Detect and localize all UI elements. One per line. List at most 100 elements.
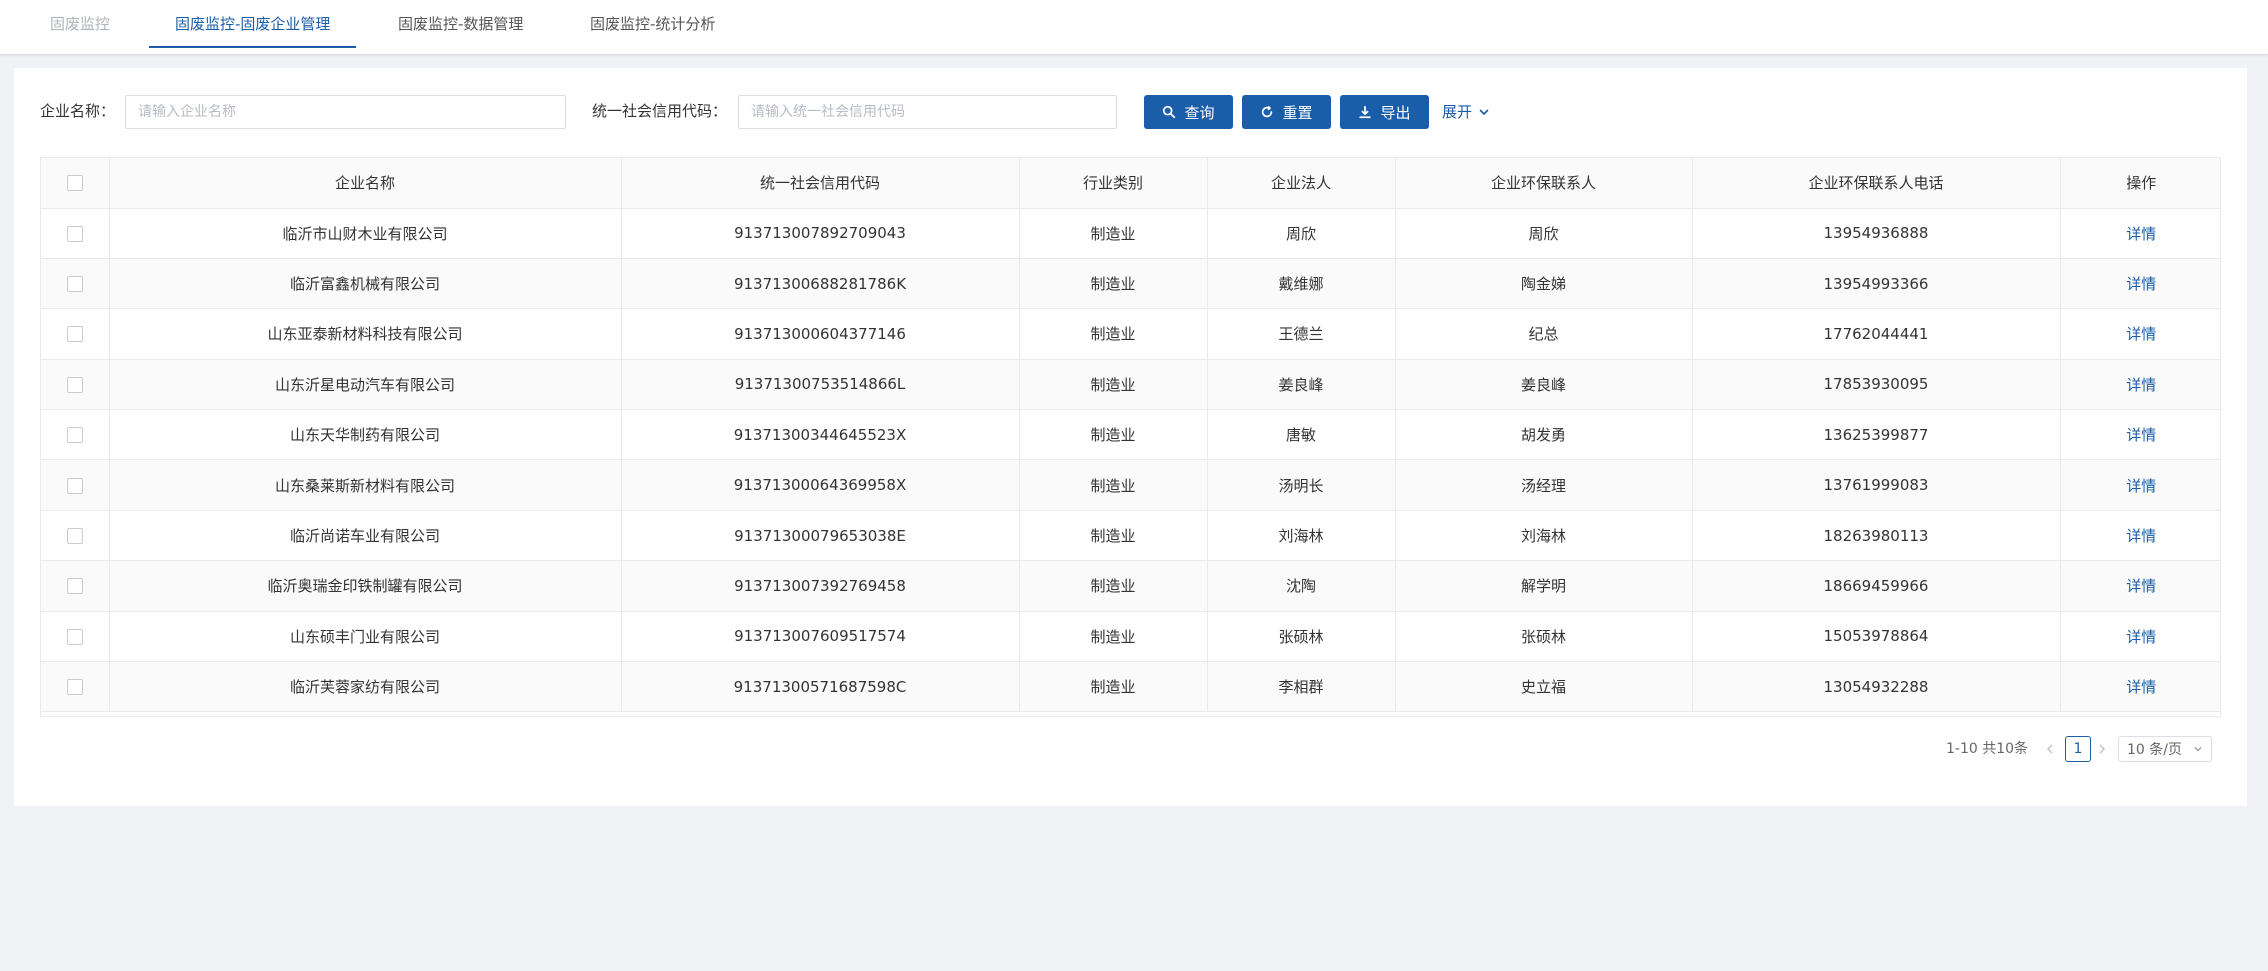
- pagination: 1-10 共10条 1 10 条/页: [14, 736, 2247, 762]
- detail-link[interactable]: 详情: [2126, 225, 2156, 243]
- row-select-cell: [41, 258, 110, 310]
- company-name-cell: 临沂富鑫机械有限公司: [109, 258, 622, 310]
- credit-code-cell: 913713007892709043: [621, 208, 1020, 259]
- row-checkbox[interactable]: [66, 276, 83, 293]
- company-name-cell: 临沂芙蓉家纺有限公司: [109, 661, 622, 713]
- legal-person-cell: 李相群: [1207, 661, 1396, 713]
- export-button[interactable]: 导出: [1340, 95, 1429, 129]
- chevron-left-icon[interactable]: [2043, 736, 2057, 762]
- credit-code-input[interactable]: [738, 95, 1117, 129]
- industry-cell: 制造业: [1019, 611, 1208, 663]
- column-header-credit-code[interactable]: 统一社会信用代码: [621, 158, 1020, 209]
- query-button[interactable]: 查询: [1144, 95, 1233, 129]
- row-checkbox[interactable]: [66, 628, 83, 645]
- row-checkbox[interactable]: [66, 477, 83, 494]
- column-header-env-contact-phone[interactable]: 企业环保联系人电话: [1692, 158, 2061, 209]
- tab-data-management[interactable]: 固废监控-数据管理: [398, 0, 523, 48]
- credit-code-cell: 91371300079653038E: [621, 510, 1020, 562]
- select-all-checkbox[interactable]: [66, 175, 83, 192]
- row-checkbox[interactable]: [66, 528, 83, 545]
- company-name-input[interactable]: [125, 95, 566, 129]
- env-contact-phone-cell: 18263980113: [1692, 510, 2061, 562]
- detail-link[interactable]: 详情: [2126, 678, 2156, 696]
- detail-link[interactable]: 详情: [2126, 628, 2156, 646]
- chevron-right-icon[interactable]: [2095, 736, 2109, 762]
- tab-bar: 固废监控 固废监控-固废企业管理 固废监控-数据管理 固废监控-统计分析: [0, 0, 2268, 55]
- company-name-cell: 山东硕丰门业有限公司: [109, 611, 622, 663]
- search-icon: [1163, 105, 1176, 119]
- column-header-actions: 操作: [2060, 158, 2220, 209]
- expand-toggle[interactable]: 展开: [1442, 95, 1490, 129]
- detail-link[interactable]: 详情: [2126, 325, 2156, 343]
- reset-button[interactable]: 重置: [1242, 95, 1331, 129]
- detail-link[interactable]: 详情: [2126, 577, 2156, 595]
- env-contact-cell: 刘海林: [1395, 510, 1693, 562]
- actions-cell: 详情: [2060, 661, 2220, 713]
- industry-cell: 制造业: [1019, 661, 1208, 713]
- row-checkbox[interactable]: [66, 578, 83, 595]
- detail-link[interactable]: 详情: [2126, 376, 2156, 394]
- select-all-cell: [41, 158, 110, 209]
- industry-cell: 制造业: [1019, 359, 1208, 411]
- row-checkbox[interactable]: [66, 326, 83, 343]
- company-name-cell: 山东亚泰新材料科技有限公司: [109, 308, 622, 360]
- env-contact-phone-cell: 17853930095: [1692, 359, 2061, 411]
- pagination-total: 1-10 共10条: [1946, 741, 2029, 757]
- page-size-value: 10 条/页: [2127, 742, 2182, 758]
- credit-code-label: 统一社会信用代码：: [592, 102, 728, 120]
- credit-code-cell: 913713007392769458: [621, 560, 1020, 612]
- credit-code-cell: 91371300688281786K: [621, 258, 1020, 310]
- detail-link[interactable]: 详情: [2126, 426, 2156, 444]
- page-size-select[interactable]: 10 条/页: [2118, 736, 2212, 762]
- column-header-industry[interactable]: 行业类别: [1019, 158, 1208, 209]
- credit-code-cell: 913713000604377146: [621, 308, 1020, 360]
- env-contact-phone-cell: 13954936888: [1692, 208, 2061, 259]
- row-checkbox[interactable]: [66, 427, 83, 444]
- company-name-cell: 山东桑莱斯新材料有限公司: [109, 459, 622, 511]
- download-icon: [1359, 105, 1372, 119]
- actions-cell: 详情: [2060, 258, 2220, 310]
- tab-enterprise-management[interactable]: 固废监控-固废企业管理: [148, 0, 357, 48]
- row-select-cell: [41, 359, 110, 411]
- table-row: 临沂富鑫机械有限公司 91371300688281786K 制造业 戴维娜 陶金…: [41, 258, 2220, 310]
- credit-code-cell: 91371300571687598C: [621, 661, 1020, 713]
- column-header-company-name[interactable]: 企业名称: [109, 158, 622, 209]
- column-header-env-contact[interactable]: 企业环保联系人: [1395, 158, 1693, 209]
- export-button-label: 导出: [1380, 103, 1411, 122]
- credit-code-cell: 913713007609517574: [621, 611, 1020, 663]
- credit-code-cell: 91371300753514866L: [621, 359, 1020, 411]
- env-contact-cell: 周欣: [1395, 208, 1693, 259]
- industry-cell: 制造业: [1019, 409, 1208, 461]
- env-contact-phone-cell: 13761999083: [1692, 459, 2061, 511]
- row-select-cell: [41, 459, 110, 511]
- row-checkbox[interactable]: [66, 679, 83, 696]
- table-row: 山东桑莱斯新材料有限公司 91371300064369958X 制造业 汤明长 …: [41, 459, 2220, 511]
- table-header-row: 企业名称 统一社会信用代码 行业类别 企业法人 企业环保联系人 企业环保联系人电…: [41, 158, 2220, 209]
- row-checkbox[interactable]: [66, 225, 83, 242]
- env-contact-phone-cell: 13625399877: [1692, 409, 2061, 461]
- table-row: 临沂市山财木业有限公司 913713007892709043 制造业 周欣 周欣…: [41, 208, 2220, 259]
- main-card: 企业名称： 统一社会信用代码： 查询 重置 导出 展开: [14, 68, 2247, 806]
- env-contact-cell: 史立福: [1395, 661, 1693, 713]
- actions-cell: 详情: [2060, 560, 2220, 612]
- row-checkbox[interactable]: [66, 376, 83, 393]
- env-contact-cell: 张硕林: [1395, 611, 1693, 663]
- env-contact-phone-cell: 18669459966: [1692, 560, 2061, 612]
- detail-link[interactable]: 详情: [2126, 477, 2156, 495]
- chevron-down-icon: [1479, 109, 1489, 116]
- table-row: 临沂芙蓉家纺有限公司 91371300571687598C 制造业 李相群 史立…: [41, 661, 2220, 713]
- legal-person-cell: 姜良峰: [1207, 359, 1396, 411]
- env-contact-cell: 解学明: [1395, 560, 1693, 612]
- detail-link[interactable]: 详情: [2126, 275, 2156, 293]
- column-header-legal-person[interactable]: 企业法人: [1207, 158, 1396, 209]
- legal-person-cell: 汤明长: [1207, 459, 1396, 511]
- tab-solid-waste-monitor[interactable]: 固废监控: [50, 0, 110, 48]
- tab-statistical-analysis[interactable]: 固废监控-统计分析: [590, 0, 715, 48]
- table-row: 山东沂星电动汽车有限公司 91371300753514866L 制造业 姜良峰 …: [41, 359, 2220, 411]
- row-select-cell: [41, 611, 110, 663]
- page-number-current[interactable]: 1: [2065, 736, 2091, 762]
- table-row: 山东天华制药有限公司 91371300344645523X 制造业 唐敏 胡发勇…: [41, 409, 2220, 461]
- industry-cell: 制造业: [1019, 510, 1208, 562]
- detail-link[interactable]: 详情: [2126, 527, 2156, 545]
- industry-cell: 制造业: [1019, 459, 1208, 511]
